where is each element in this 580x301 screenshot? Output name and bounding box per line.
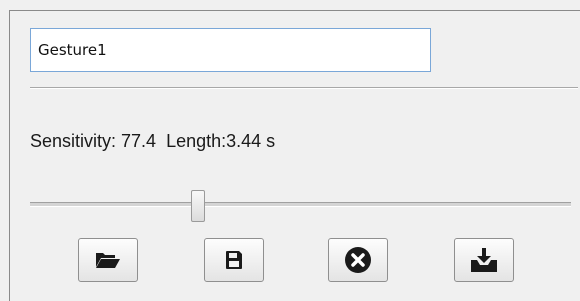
close-circle-icon bbox=[344, 246, 372, 274]
sensitivity-length-label: Sensitivity: 77.4 Length:3.44 s bbox=[30, 131, 276, 151]
folder-open-icon bbox=[95, 250, 121, 270]
save-button[interactable] bbox=[204, 238, 264, 282]
open-button[interactable] bbox=[78, 238, 138, 282]
slider-track[interactable] bbox=[30, 202, 571, 207]
gesture-name-input[interactable] bbox=[30, 28, 431, 72]
download-tray-icon bbox=[469, 247, 499, 273]
save-icon bbox=[225, 250, 243, 270]
import-button[interactable] bbox=[454, 238, 514, 282]
divider bbox=[30, 87, 578, 89]
delete-button[interactable] bbox=[328, 238, 388, 282]
slider-thumb[interactable] bbox=[190, 190, 205, 222]
